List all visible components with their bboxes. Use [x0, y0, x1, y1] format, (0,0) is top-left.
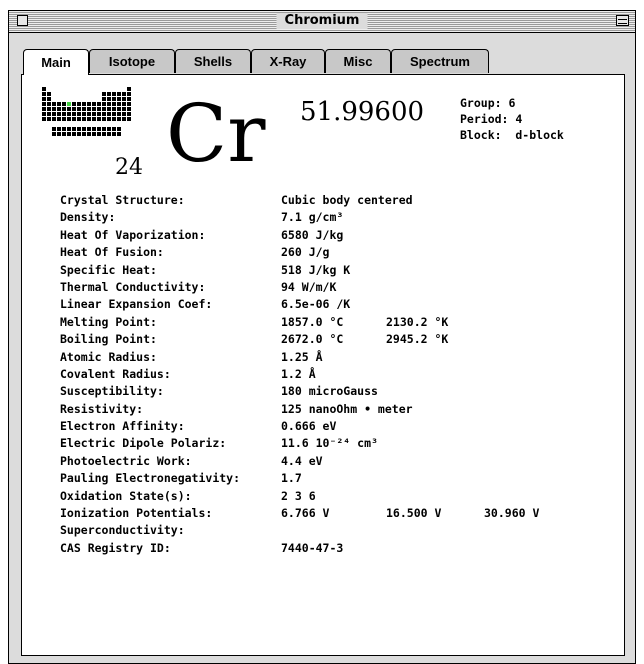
atomic-number: 24 [115, 155, 143, 180]
property-value: Cubic body centered [281, 193, 413, 207]
property-value: 2 3 6 [281, 488, 316, 503]
property-label: Specific Heat: [60, 262, 157, 277]
property-value: 180 microGauss [281, 384, 378, 399]
tab-misc[interactable]: Misc [325, 49, 391, 73]
property-label: Electron Affinity: [60, 419, 185, 434]
property-label: Pauling Electronegativity: [60, 471, 241, 486]
property-label: Covalent Radius: [60, 366, 171, 381]
property-value: 6580 J/kg [281, 227, 344, 242]
zoom-box-icon[interactable] [616, 15, 629, 26]
main-panel: 24 Cr 51.99600 Group: 6 Period: 4 Block:… [21, 74, 625, 656]
property-label: CAS Registry ID: [60, 540, 171, 555]
property-label: Heat Of Vaporization: [60, 227, 206, 242]
tab-isotope[interactable]: Isotope [89, 49, 175, 73]
group-period-block: Group: 6 Period: 4 Block: d-block [460, 95, 564, 143]
group-value: Group: 6 [460, 96, 516, 110]
property-value: 1.7 [281, 471, 302, 486]
property-value: 518 J/kg K [281, 262, 351, 277]
property-value: 94 W/m/K [281, 279, 337, 294]
property-value: 4.4 eV [281, 453, 323, 468]
property-label: Oxidation State(s): [60, 488, 192, 503]
tab-x-ray[interactable]: X-Ray [251, 49, 325, 73]
property-value: 1.25 Å [281, 349, 323, 364]
property-label: Boiling Point: [60, 332, 157, 347]
element-symbol: Cr [166, 87, 266, 180]
property-value: 1.2 Å [281, 366, 316, 381]
property-label: Atomic Radius: [60, 349, 157, 364]
block-value: Block: d-block [460, 128, 564, 142]
property-label: Linear Expansion Coef: [60, 297, 213, 312]
property-value-kelvin: 2945.2 °K [386, 332, 449, 347]
property-label: Superconductivity: [60, 523, 185, 538]
property-label: Resistivity: [60, 401, 144, 416]
property-value: 0.666 eV [281, 419, 337, 434]
property-label: Thermal Conductivity: [60, 279, 206, 294]
property-label: Crystal Structure: [60, 193, 185, 207]
property-label: Susceptibility: [60, 384, 164, 399]
property-value: 7.1 g/cm³ [281, 210, 344, 225]
property-label: Melting Point: [60, 314, 157, 329]
property-label: Heat Of Fusion: [60, 245, 164, 260]
window-title: Chromium [276, 13, 368, 29]
property-value: 2672.0 °C [281, 332, 344, 347]
property-value: 11.6 10⁻²⁴ cm³ [281, 436, 378, 451]
property-value: 6.766 V [281, 506, 330, 521]
element-window: Chromium Main Isotope Shells X-Ray Misc … [8, 10, 636, 664]
property-label: Ionization Potentials: [60, 506, 213, 521]
periodic-table-icon [42, 87, 132, 137]
property-value-2: 16.500 V [386, 506, 442, 521]
property-label: Density: [60, 210, 116, 225]
property-value: 260 J/g [281, 245, 330, 260]
property-value: 125 nanoOhm • meter [281, 401, 413, 416]
period-value: Period: 4 [460, 112, 523, 126]
title-bar[interactable]: Chromium [9, 11, 635, 33]
property-value-kelvin: 2130.2 °K [386, 314, 449, 329]
property-value: 1857.0 °C [281, 314, 344, 329]
property-label: Electric Dipole Polariz: [60, 436, 227, 451]
tab-main[interactable]: Main [23, 49, 89, 75]
tab-shells[interactable]: Shells [175, 49, 251, 73]
property-label: Photoelectric Work: [60, 453, 192, 468]
atomic-weight: 51.99600 [300, 97, 425, 127]
property-value: 6.5e-06 /K [281, 297, 351, 312]
property-value: 7440-47-3 [281, 540, 344, 555]
close-box-icon[interactable] [17, 15, 28, 26]
property-value-3: 30.960 V [484, 506, 540, 521]
tab-spectrum[interactable]: Spectrum [391, 49, 489, 73]
